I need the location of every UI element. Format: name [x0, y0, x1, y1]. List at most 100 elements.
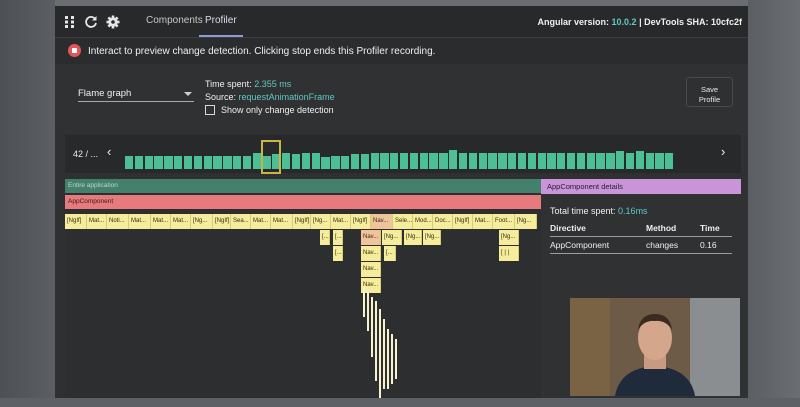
flame-node[interactable]: [Ng...: [382, 230, 402, 245]
flame-node[interactable]: [Ng...: [404, 230, 422, 245]
frame-bar[interactable]: [203, 155, 212, 169]
tab-profiler[interactable]: Profiler: [205, 15, 237, 26]
gear-icon[interactable]: [105, 14, 121, 30]
flame-leaf[interactable]: [395, 339, 397, 379]
frame-bar[interactable]: [331, 155, 340, 169]
frame-bar[interactable]: [341, 155, 350, 169]
tab-components[interactable]: Components: [146, 15, 203, 26]
refresh-icon[interactable]: [83, 14, 99, 30]
flame-leaf[interactable]: [363, 287, 365, 317]
frame-bar[interactable]: [517, 152, 527, 169]
frame-bar[interactable]: [616, 151, 625, 169]
frame-bar[interactable]: [380, 152, 389, 169]
frame-bar[interactable]: [576, 152, 586, 169]
frame-bar[interactable]: [242, 155, 252, 169]
flame-node[interactable]: Mod...: [413, 214, 433, 229]
frame-bar[interactable]: [635, 151, 645, 169]
frame-bar[interactable]: [409, 152, 419, 169]
flame-node[interactable]: Mat...: [87, 214, 107, 229]
flame-node[interactable]: [Ng...: [515, 214, 537, 229]
frame-bar[interactable]: [478, 152, 487, 169]
frame-bar[interactable]: [134, 155, 144, 169]
flame-node[interactable]: Mat...: [473, 214, 493, 229]
frame-bar[interactable]: [468, 152, 478, 169]
frame-bar[interactable]: [400, 152, 409, 169]
flame-node[interactable]: [NgIf]: [293, 214, 311, 229]
frame-bar[interactable]: [449, 149, 458, 169]
flame-node[interactable]: Mat...: [271, 214, 293, 229]
frame-bar[interactable]: [596, 152, 605, 169]
frame-bar[interactable]: [233, 155, 242, 169]
frame-bar[interactable]: [665, 152, 674, 169]
flame-node[interactable]: Nav...: [361, 246, 381, 261]
frame-bar[interactable]: [360, 154, 370, 169]
flame-node[interactable]: [Ng...: [423, 230, 441, 245]
flame-root-row[interactable]: Entire application: [65, 179, 541, 193]
frame-bar[interactable]: [488, 152, 497, 169]
flame-leaf[interactable]: [391, 334, 393, 384]
flame-node[interactable]: Mat...: [129, 214, 151, 229]
frame-bar[interactable]: [291, 154, 301, 169]
flame-leaf[interactable]: [375, 301, 377, 381]
frame-bar[interactable]: [458, 152, 468, 169]
frame-bar[interactable]: [311, 152, 320, 169]
frame-bar[interactable]: [498, 152, 507, 169]
flame-node[interactable]: [ | |: [499, 246, 519, 261]
flame-node[interactable]: [NgIf]: [453, 214, 473, 229]
frame-bar[interactable]: [125, 155, 134, 169]
apps-grid-icon[interactable]: [63, 14, 79, 30]
frame-bar[interactable]: [223, 155, 232, 169]
flame-app-row[interactable]: AppComponent: [65, 195, 541, 209]
frame-bar[interactable]: [547, 152, 556, 169]
chevron-left-icon[interactable]: ‹: [107, 145, 111, 159]
flame-node[interactable]: [...: [333, 230, 343, 245]
selected-frame-highlight[interactable]: [260, 140, 281, 174]
chevron-right-icon[interactable]: ›: [721, 145, 725, 159]
flame-node[interactable]: [...: [320, 230, 330, 245]
frame-bar[interactable]: [154, 155, 163, 169]
flame-node[interactable]: Mat...: [171, 214, 191, 229]
flame-leaf[interactable]: [387, 329, 389, 389]
frame-bar[interactable]: [193, 155, 203, 169]
frame-bar[interactable]: [144, 155, 153, 169]
frame-bar[interactable]: [321, 157, 330, 169]
frame-bar[interactable]: [645, 152, 654, 169]
flame-node[interactable]: [Ng...: [191, 214, 213, 229]
flame-node[interactable]: Mat...: [331, 214, 351, 229]
frame-bar[interactable]: [606, 152, 615, 169]
flame-node[interactable]: Foot...: [493, 214, 515, 229]
frame-bar[interactable]: [164, 155, 173, 169]
view-mode-select[interactable]: Flame graph: [78, 86, 194, 102]
frame-bar[interactable]: [390, 152, 399, 169]
flame-node[interactable]: Nav...: [361, 262, 381, 277]
stop-recording-button[interactable]: [68, 44, 81, 57]
flame-leaf[interactable]: [379, 309, 381, 398]
frame-bar[interactable]: [429, 152, 438, 169]
flame-graph[interactable]: Entire application AppComponent [NgIf] Ma…: [65, 179, 541, 398]
flame-leaf[interactable]: [367, 291, 369, 331]
flame-node[interactable]: [Ng...: [499, 230, 519, 245]
flame-node[interactable]: [...: [333, 246, 343, 261]
flame-node[interactable]: Mat...: [151, 214, 171, 229]
flame-node[interactable]: Nav...: [371, 214, 393, 229]
frame-bar[interactable]: [537, 152, 546, 169]
frame-bar[interactable]: [527, 152, 536, 169]
flame-node[interactable]: Mat...: [251, 214, 271, 229]
frame-bars[interactable]: [125, 139, 675, 174]
frame-bar[interactable]: [625, 152, 635, 169]
frame-bar[interactable]: [655, 152, 664, 169]
flame-node[interactable]: Noti...: [107, 214, 129, 229]
flame-node[interactable]: Sele...: [393, 214, 413, 229]
flame-node[interactable]: Sea...: [231, 214, 251, 229]
change-detection-label[interactable]: Show only change detection: [221, 105, 334, 115]
frame-bar[interactable]: [439, 152, 448, 169]
flame-leaf[interactable]: [383, 319, 385, 389]
frame-bar[interactable]: [508, 152, 517, 169]
save-profile-button[interactable]: Save Profile: [686, 77, 733, 107]
flame-node[interactable]: [NgIf]: [65, 214, 87, 229]
frame-bar[interactable]: [301, 152, 311, 169]
frame-bar[interactable]: [419, 152, 428, 169]
change-detection-checkbox[interactable]: [205, 105, 215, 115]
frame-bar[interactable]: [586, 152, 595, 169]
flame-node[interactable]: Nav...: [361, 230, 381, 245]
